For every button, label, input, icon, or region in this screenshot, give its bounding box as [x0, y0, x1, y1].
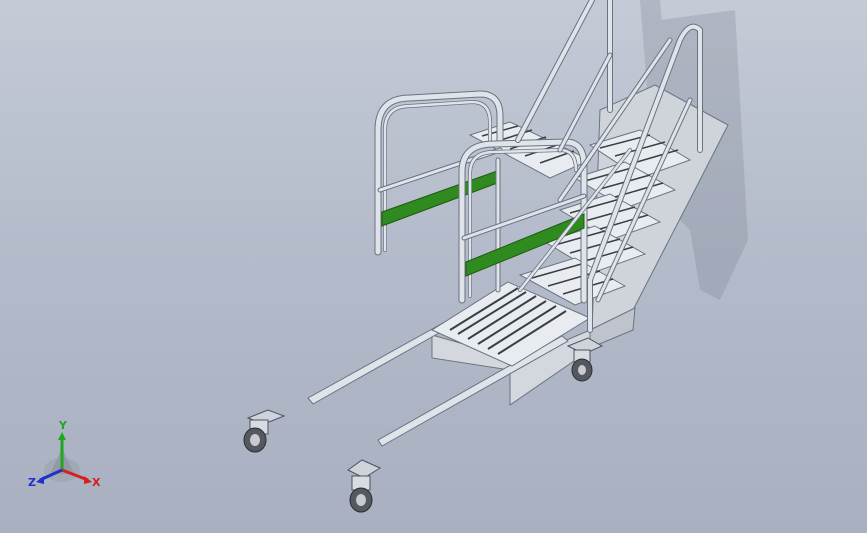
y-arrow-icon [58, 432, 66, 440]
x-arrow-icon [84, 476, 92, 484]
graphics-viewport[interactable]: Y X Z [0, 0, 867, 533]
orientation-triad[interactable]: Y X Z [26, 418, 106, 498]
caster-wheel-front-right [347, 459, 382, 513]
z-arrow-icon [36, 476, 44, 484]
z-axis-label: Z [28, 476, 36, 489]
green-kick-plate-back [381, 169, 501, 227]
x-axis-label: X [92, 476, 101, 489]
caster-wheel-front-left [243, 409, 286, 453]
left-guard-rail-back [374, 90, 504, 256]
stair-platform-model[interactable] [0, 0, 867, 533]
y-axis-label: Y [58, 419, 68, 432]
